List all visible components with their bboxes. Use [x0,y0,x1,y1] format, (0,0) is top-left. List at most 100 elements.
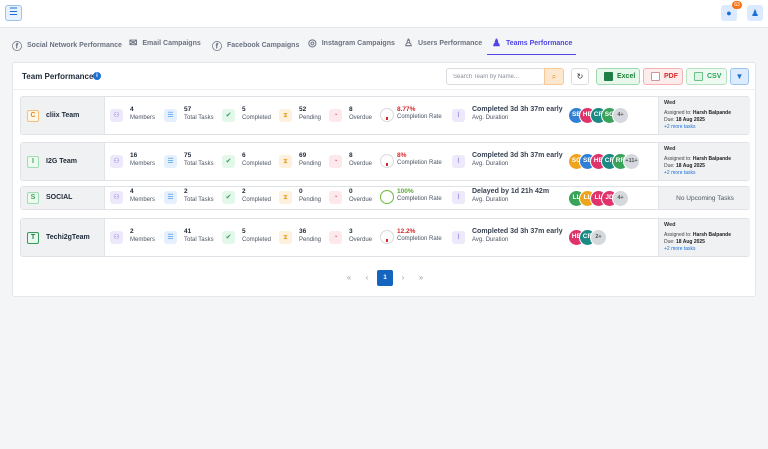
pending-value: 52 [299,105,307,113]
tab-instagram-campaigns[interactable]: ◎ Instagram Campaigns [308,38,395,49]
list-icon: ☰ [164,191,177,204]
completed-value: 6 [242,151,246,159]
tab-facebook-campaigns[interactable]: ⓕ Facebook Campaigns [212,38,299,53]
shield-icon: ⚇ [110,108,123,122]
hourglass-icon: ⧗ [279,108,292,122]
search-button[interactable]: ⌕ [544,68,564,85]
team-name[interactable]: I2G Team [46,158,77,165]
pending-label: Pending [299,114,322,121]
completion-rate-stat: 12.2% Completion Rate [380,228,450,248]
menu-button[interactable]: ☰ [5,5,22,21]
upcoming-assignee: Assigned to: Harsh Balpande [664,156,731,162]
user-profile-button[interactable]: ♟ [747,5,763,21]
avg-duration-value: Delayed by 1d 21h 42m [472,188,550,195]
prev-page-button[interactable]: ‹ [359,270,375,286]
pending-label: Pending [299,197,322,203]
assigned-prefix: Assigned to: [664,110,692,116]
team-name-cell: S SOCIAL [21,187,105,209]
check-circle-icon: ✔ [222,191,235,204]
shield-icon: ⚇ [110,154,123,168]
notification-badge: 63 [732,1,742,9]
completion-rate-value: 8% [397,151,407,159]
check-circle-icon: ✔ [222,230,235,244]
panel-header: Team Performance i ⌕ ↻ Excel PDF CSV ▼ [13,63,755,90]
shield-icon: ⚇ [110,191,123,204]
overdue-label: Overdue [349,114,373,121]
assignee-name: Harsh Balpande [692,232,731,238]
overdue-value: 8 [349,105,353,113]
avg-duration-stat: ⌇ Completed 3d 3h 37m early Avg. Duration [452,151,563,172]
filter-button[interactable]: ▼ [730,68,749,85]
completion-rate-label: Completion Rate [397,235,442,242]
instagram-icon: ◎ [308,38,317,49]
avg-duration-label: Avg. Duration [472,160,509,167]
upcoming-due: Due: 18 Aug 2025 [664,117,705,123]
overdue-label: Overdue [349,160,373,167]
first-page-button[interactable]: « [341,270,357,286]
next-page-button[interactable]: › [395,270,411,286]
no-upcoming-tasks: No Upcoming Tasks [676,195,734,202]
team-row[interactable]: T Techi2gTeam ⚇ 2 Members ☰ 41 Total Tasks ✔ 5 Com… [20,218,750,257]
upcoming-day: Wed [664,222,676,228]
team-name[interactable]: Techi2gTeam [46,234,90,241]
more-tasks-link[interactable]: +2 more tasks [664,246,696,252]
more-members-badge[interactable]: 4+ [612,107,629,124]
completion-rate-stat: 8.77% Completion Rate [380,106,450,126]
upcoming-tasks-cell: Wed Assigned to: Harsh Balpande Due: 18 Au… [658,97,750,134]
members-value: 4 [130,188,134,195]
pdf-icon [651,72,660,81]
more-tasks-link[interactable]: +2 more tasks [664,124,696,130]
assignee-name: Harsh Balpande [692,110,731,116]
tab-users-performance[interactable]: ♙ Users Performance [404,38,482,49]
progress-ring-icon [380,153,394,168]
team-avatar-badge: C [27,109,39,122]
due-date: 18 Aug 2025 [675,117,705,123]
pending-label: Pending [299,160,322,167]
clock-icon: ◔ [329,108,342,122]
export-csv-button[interactable]: CSV [686,68,727,85]
tab-teams-performance[interactable]: ♟ Teams Performance [492,38,572,49]
more-members-badge[interactable]: 2+ [590,229,607,246]
overdue-value: 0 [349,188,353,195]
panel-title: Team Performance [22,72,94,81]
search-input[interactable] [446,68,545,85]
avg-duration-label: Avg. Duration [472,114,509,121]
team-row[interactable]: I I2G Team ⚇ 16 Members ☰ 75 Total Tasks ✔ 6 Compl… [20,142,750,181]
email-icon: ✉ [129,38,138,49]
more-tasks-link[interactable]: +2 more tasks [664,170,696,176]
team-row[interactable]: Ccliix Team ⚇ 4 Members ☰ 57 Total Tasks ✔ 5 Comp… [20,96,750,135]
upcoming-due: Due: 18 Aug 2025 [664,239,705,245]
refresh-icon: ↻ [576,72,584,81]
due-date: 18 Aug 2025 [675,163,705,169]
tab-social-network-performance[interactable]: ⓕ Social Network Performance [12,38,122,53]
page-1-button[interactable]: 1 [377,270,393,286]
avg-duration-value: Completed 3d 3h 37m early [472,151,563,159]
team-name[interactable]: cliix Team [46,112,79,119]
more-members-badge[interactable]: 4+ [612,189,629,207]
total-tasks-value: 2 [184,188,188,195]
completion-rate-value: 12.2% [397,227,416,235]
more-members-badge[interactable]: +11+ [623,153,640,170]
tab-email-campaigns[interactable]: ✉ Email Campaigns [129,38,201,49]
export-pdf-button[interactable]: PDF [643,68,683,85]
upcoming-due: Due: 18 Aug 2025 [664,163,705,169]
chart-trend-icon: ⌇ [452,230,465,244]
chart-trend-icon: ⌇ [452,191,465,204]
pagination: « ‹ 1 › » [13,270,755,287]
info-icon[interactable]: i [93,72,101,80]
due-prefix: Due: [664,239,675,245]
export-excel-button[interactable]: Excel [596,68,640,85]
team-row[interactable]: S SOCIAL ⚇ 4 Members ☰ 2 Total Tasks ✔ 2 Completed… [20,186,750,210]
members-label: Members [130,160,156,167]
total-tasks-label: Total Tasks [184,236,214,243]
last-page-button[interactable]: » [413,270,429,286]
total-tasks-label: Total Tasks [184,114,214,121]
progress-ring-icon [380,190,394,204]
pending-value: 0 [299,188,303,195]
shield-icon: ⚇ [110,230,123,244]
completion-rate-label: Completion Rate [397,196,442,202]
team-performance-panel: Team Performance i ⌕ ↻ Excel PDF CSV ▼ C… [12,62,756,297]
team-name[interactable]: SOCIAL [46,194,72,201]
refresh-button[interactable]: ↻ [571,68,589,85]
progress-ring-mark [386,116,388,120]
